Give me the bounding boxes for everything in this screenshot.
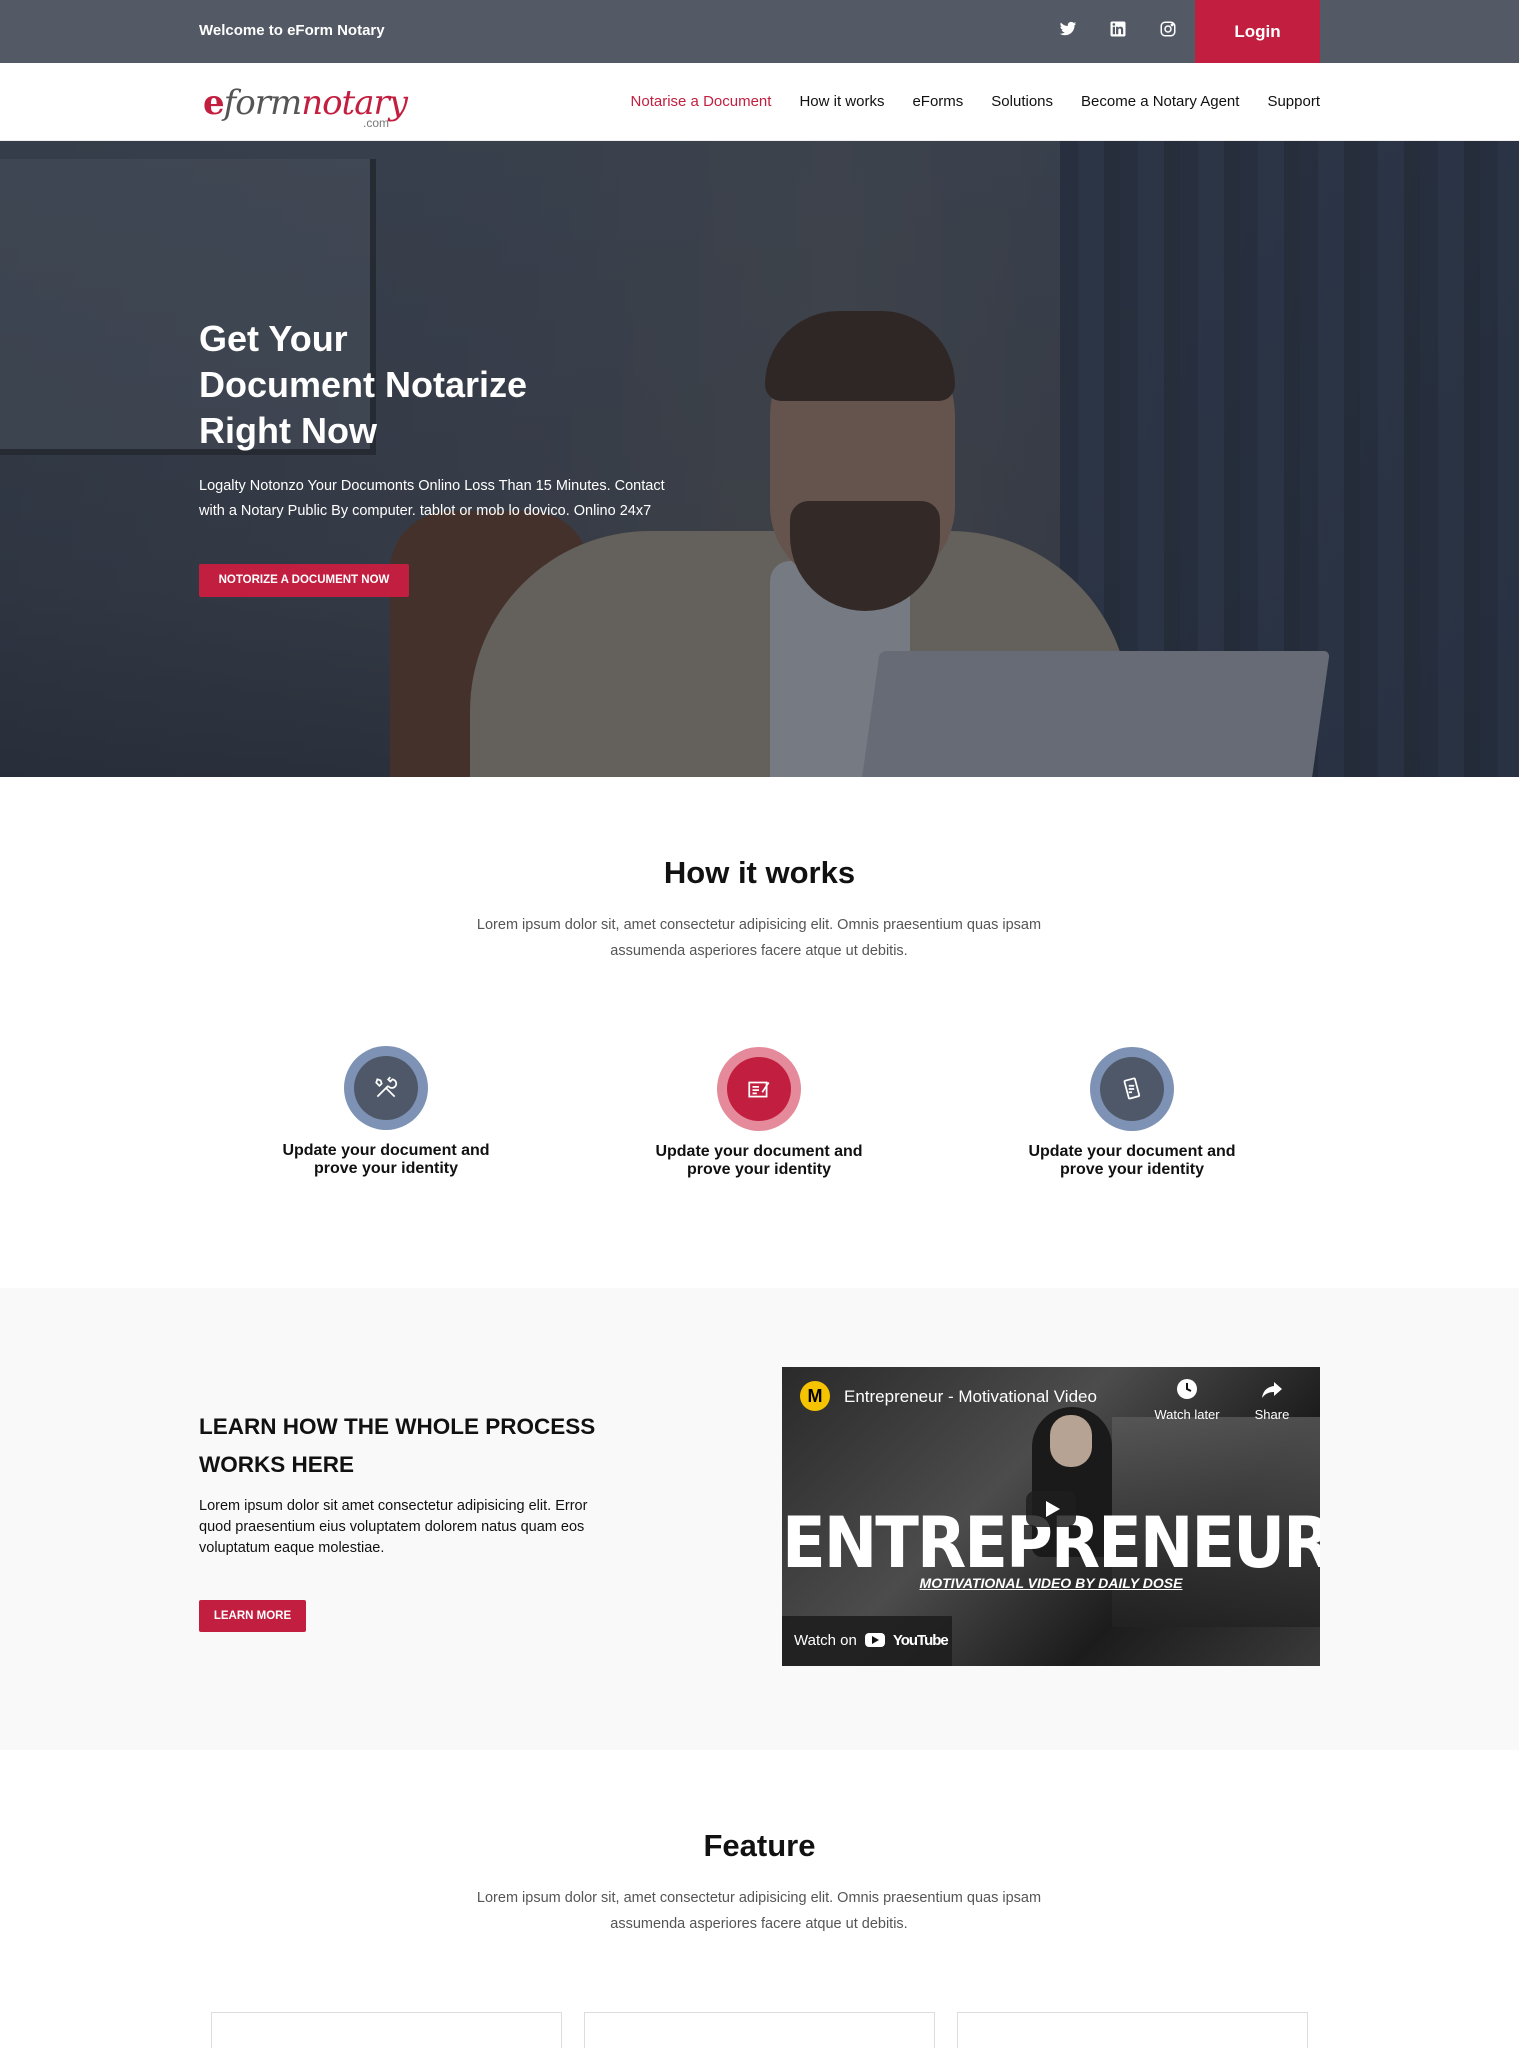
nav-item-notarise[interactable]: Notarise a Document xyxy=(631,93,772,110)
logo[interactable]: eformnotary .com xyxy=(203,83,408,131)
feature-card xyxy=(211,2012,562,2048)
logo-domain: .com xyxy=(363,116,390,130)
mobile-document-icon xyxy=(1123,1077,1141,1100)
step-3-badge-inner xyxy=(1100,1057,1164,1121)
logo-e: e xyxy=(203,83,225,123)
learn-section: LEARN HOW THE WHOLE PROCESS WORKS HERE L… xyxy=(0,1288,1519,1750)
hero-overlay xyxy=(0,141,1519,777)
nav-item-eforms[interactable]: eForms xyxy=(912,93,963,110)
feature-description: Lorem ipsum dolor sit, amet consectetur … xyxy=(476,1890,1042,1932)
how-it-works-description: Lorem ipsum dolor sit, amet consectetur … xyxy=(476,917,1042,959)
nav-item-how-it-works[interactable]: How it works xyxy=(799,93,884,110)
learn-text: Lorem ipsum dolor sit amet consectetur a… xyxy=(199,1498,588,1556)
welcome-text: Welcome to eForm Notary xyxy=(199,22,385,39)
share-label: Share xyxy=(1254,1407,1290,1422)
learn-title: LEARN HOW THE WHOLE PROCESS WORKS HERE xyxy=(199,1414,596,1477)
hero-title-line-2: Document Notarize xyxy=(199,364,528,405)
step-1-badge xyxy=(344,1046,428,1130)
video-man-face xyxy=(1050,1415,1092,1467)
step-3: Update your document and prove your iden… xyxy=(1012,1047,1252,1179)
step-3-label: Update your document and prove your iden… xyxy=(1028,1143,1236,1178)
step-2: Update your document and prove your iden… xyxy=(639,1047,879,1179)
watch-later-button[interactable]: Watch later xyxy=(1152,1377,1222,1422)
step-1-badge-inner xyxy=(354,1056,418,1120)
step-1-label: Update your document and prove your iden… xyxy=(282,1142,490,1177)
play-button[interactable] xyxy=(1026,1491,1076,1527)
step-2-badge xyxy=(717,1047,801,1131)
twitter-icon[interactable] xyxy=(1059,20,1081,42)
youtube-label: YouTube xyxy=(892,1632,949,1649)
video-headline-sub: MOTIVATIONAL VIDEO BY DAILY DOSE xyxy=(919,1575,1183,1591)
learn-more-button[interactable]: LEARN MORE xyxy=(199,1600,306,1632)
youtube-video-embed[interactable]: M Entrepreneur - Motivational Video Watc… xyxy=(782,1367,1320,1666)
youtube-icon xyxy=(864,1633,885,1647)
step-1: Update your document and prove your iden… xyxy=(266,1046,506,1178)
hero-subtitle: Logalty Notonzo Your Documonts Onlino Lo… xyxy=(199,478,665,519)
hero-title-line-1: Get Your xyxy=(199,318,348,359)
feature-title: Feature xyxy=(703,1828,816,1863)
logo-form: form xyxy=(223,83,303,123)
top-bar: Welcome to eForm Notary Login xyxy=(0,0,1519,63)
nav-item-solutions[interactable]: Solutions xyxy=(991,93,1053,110)
watch-on-youtube-button[interactable]: Watch on YouTube xyxy=(782,1616,952,1666)
feature-card xyxy=(957,2012,1308,2048)
how-it-works-title: How it works xyxy=(663,855,856,890)
feature-card xyxy=(584,2012,935,2048)
nav-menu: Notarise a Document How it works eForms … xyxy=(631,93,1320,110)
nav-item-become-agent[interactable]: Become a Notary Agent xyxy=(1081,93,1239,110)
video-title[interactable]: Entrepreneur - Motivational Video xyxy=(844,1387,1097,1407)
watch-on-label: Watch on xyxy=(794,1632,857,1649)
step-3-badge xyxy=(1090,1047,1174,1131)
notarize-now-button[interactable]: NOTORIZE A DOCUMENT NOW xyxy=(199,564,409,597)
linkedin-icon[interactable] xyxy=(1109,20,1131,42)
hero-title: Get Your Document Notarize Right Now xyxy=(199,316,619,454)
hero-banner: Get Your Document Notarize Right Now Log… xyxy=(0,141,1519,777)
main-nav: eformnotary .com Notarise a Document How… xyxy=(0,63,1519,141)
step-2-badge-inner xyxy=(727,1057,791,1121)
watch-later-label: Watch later xyxy=(1154,1407,1220,1422)
certificate-icon xyxy=(748,1081,770,1098)
channel-avatar[interactable]: M xyxy=(800,1381,830,1411)
share-icon xyxy=(1260,1377,1284,1401)
hero-title-line-3: Right Now xyxy=(199,410,377,451)
clock-icon xyxy=(1175,1377,1199,1401)
share-button[interactable]: Share xyxy=(1237,1377,1307,1422)
login-button[interactable]: Login xyxy=(1195,0,1320,63)
step-2-label: Update your document and prove your iden… xyxy=(655,1143,863,1178)
instagram-icon[interactable] xyxy=(1159,20,1181,42)
nav-item-support[interactable]: Support xyxy=(1267,93,1320,110)
logo-notary: notary xyxy=(301,83,408,123)
tools-icon xyxy=(375,1076,398,1098)
